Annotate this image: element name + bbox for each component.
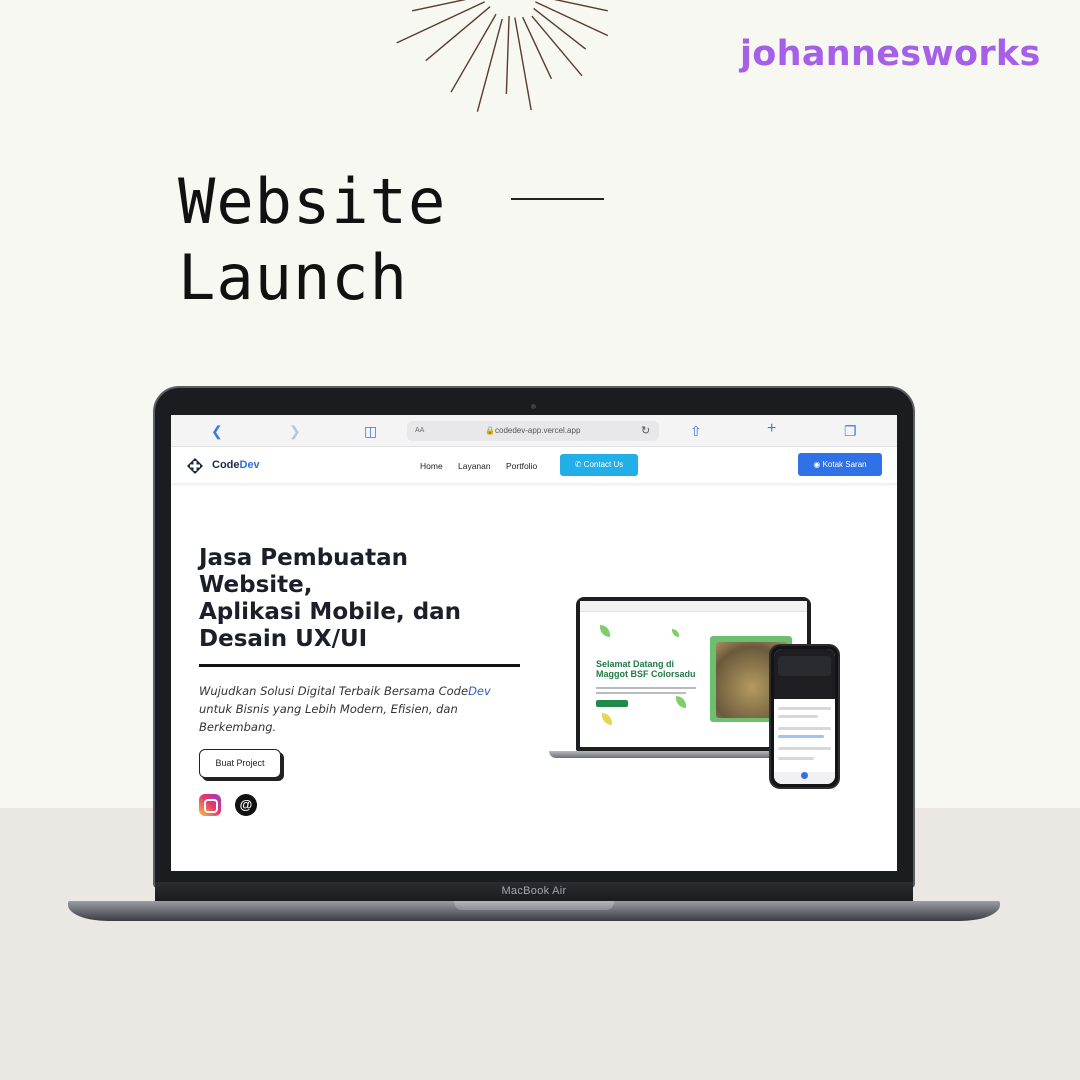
sunburst-ray	[476, 18, 503, 112]
mockup-button	[596, 700, 628, 707]
buat-project-button[interactable]: Buat Project	[199, 749, 281, 778]
instagram-icon[interactable]	[199, 794, 221, 816]
mockup-phone	[769, 644, 840, 789]
leaf-icon	[600, 625, 610, 637]
webcam	[531, 404, 536, 409]
book-icon[interactable]: ◫	[364, 422, 377, 440]
laptop-screen: ❮ ❯ ◫ AA 🔒 codedev-app.vercel.app ↻ ⇧ + …	[171, 415, 897, 871]
codedev-logo-text[interactable]: CodeDev	[212, 459, 260, 471]
headline-dash	[511, 198, 604, 200]
back-icon[interactable]: ❮	[211, 422, 223, 440]
reload-icon[interactable]: ↻	[641, 424, 650, 437]
sunburst-ray	[531, 15, 583, 77]
share-icon[interactable]: ⇧	[690, 422, 702, 440]
mockup-phone-card	[778, 656, 831, 676]
sunburst-ray	[553, 0, 608, 12]
tabs-icon[interactable]: ❐	[844, 422, 857, 440]
site-navbar: CodeDev Home Layanan Portfolio ✆ Contact…	[171, 447, 897, 483]
headline: Website Launch	[178, 164, 446, 316]
sunburst-ray	[522, 16, 553, 80]
lock-icon: 🔒	[485, 426, 495, 435]
hero-divider	[199, 664, 520, 667]
nav-home[interactable]: Home	[420, 461, 443, 471]
mockup-phone-row	[778, 735, 824, 738]
hero-title-line: Aplikasi Mobile, dan	[199, 599, 462, 625]
nav-layanan[interactable]: Layanan	[458, 461, 491, 471]
mockup-phone-header	[774, 649, 835, 699]
hero-title: Jasa Pembuatan Website, Aplikasi Mobile,…	[199, 545, 499, 653]
contact-us-label: Contact Us	[583, 460, 624, 469]
mockup-phone-row	[778, 715, 818, 718]
hero-subtitle: Wujudkan Solusi Digital Terbaik Bersama …	[199, 684, 491, 734]
mockup-phone-screen	[774, 649, 835, 784]
address-bar[interactable]: AA 🔒 codedev-app.vercel.app ↻	[407, 421, 659, 441]
browser-toolbar: ❮ ❯ ◫ AA 🔒 codedev-app.vercel.app ↻ ⇧ + …	[171, 415, 897, 447]
hero-title-line: Website,	[199, 572, 313, 598]
hero-title-line: Jasa Pembuatan	[199, 545, 408, 571]
codedev-logo-icon[interactable]	[187, 458, 203, 474]
url-text: codedev-app.vercel.app	[495, 426, 581, 435]
sunburst-decoration	[396, 0, 609, 112]
macbook-label: MacBook Air	[501, 885, 567, 897]
sunburst-ray	[505, 15, 510, 94]
sunburst-ray	[533, 7, 587, 50]
contact-us-button[interactable]: ✆ Contact Us	[560, 454, 638, 476]
nav-portfolio[interactable]: Portfolio	[506, 461, 537, 471]
mockup-text-line	[596, 687, 696, 689]
laptop-lid-notch	[454, 901, 614, 910]
whatsapp-icon: ✆	[574, 460, 582, 469]
mockup-text-line	[596, 692, 686, 694]
brand-name: johannesworks	[740, 34, 1041, 74]
headline-line-1: Website	[178, 165, 447, 238]
leaf-icon	[672, 629, 679, 637]
mockup-phone-row	[778, 727, 831, 730]
leaf-icon	[602, 713, 612, 725]
mockup-headline: Selamat Datang di Maggot BSF Colorsadu	[596, 659, 696, 679]
feedback-icon: ◉	[813, 460, 821, 469]
mockup-phone-tab-dot	[801, 772, 808, 779]
headline-line-2: Launch	[178, 241, 408, 314]
forward-icon[interactable]: ❯	[289, 422, 301, 440]
leaf-icon	[676, 696, 686, 708]
mockup-browser-bar	[580, 601, 807, 612]
mockup-phone-row	[778, 747, 831, 750]
mockup-phone-row	[778, 757, 814, 760]
sunburst-ray	[450, 13, 497, 93]
hero-title-line: Desain UX/UI	[199, 626, 368, 652]
threads-icon[interactable]: @	[235, 794, 257, 816]
mockup-phone-row	[778, 707, 831, 710]
reader-text-size[interactable]: AA	[415, 427, 424, 434]
kotak-saran-button[interactable]: ◉ Kotak Saran	[798, 453, 882, 476]
plus-icon[interactable]: +	[767, 420, 776, 438]
kotak-saran-label: Kotak Saran	[822, 460, 867, 469]
